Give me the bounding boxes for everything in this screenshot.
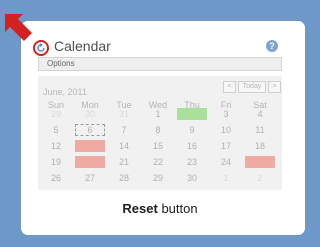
calendar-day[interactable]: 30 [177,172,207,184]
calendar-day[interactable]: 10 [211,124,241,136]
today-button[interactable]: Today [238,81,266,93]
help-icon[interactable]: ? [266,40,278,52]
calendar-day[interactable]: 12 [41,140,71,152]
calendar-day[interactable]: 8 [143,124,173,136]
calendar-day[interactable]: 23 [177,156,207,168]
calendar-day[interactable]: 27 [75,172,105,184]
caption-bold: Reset [122,201,158,216]
calendar-day[interactable]: 29 [41,108,71,120]
calendar-day[interactable]: 1 [143,108,173,120]
calendar-day[interactable]: 22 [143,156,173,168]
calendar-day[interactable]: 15 [143,140,173,152]
calendar-day[interactable]: 2 [177,108,207,120]
calendar-day[interactable]: 17 [211,140,241,152]
reset-icon [37,43,45,52]
calendar-day[interactable]: 13 [75,140,105,152]
calendar-day[interactable]: 9 [177,124,207,136]
calendar-day[interactable]: 31 [109,108,139,120]
options-bar[interactable]: Options [38,57,282,71]
calendar-day[interactable]: 4 [245,108,275,120]
calendar-day[interactable]: 30 [75,108,105,120]
reset-button[interactable] [33,40,49,56]
calendar-day[interactable]: 21 [109,156,139,168]
calendar-day[interactable]: 1 [211,172,241,184]
calendar-day[interactable]: 19 [41,156,71,168]
calendar-day[interactable]: 20 [75,156,105,168]
calendar-day[interactable]: 29 [143,172,173,184]
calendar-day[interactable]: 16 [177,140,207,152]
calendar-day[interactable]: 28 [109,172,139,184]
calendar-day[interactable]: 6 [75,124,105,136]
caption-rest: button [157,201,198,216]
caption: Reset button [0,201,320,216]
page-title: Calendar [54,38,111,54]
calendar-day[interactable]: 11 [245,124,275,136]
next-month-button[interactable]: > [268,81,281,93]
calendar-day[interactable]: 7 [109,124,139,136]
calendar-day[interactable]: 14 [109,140,139,152]
calendar-day[interactable]: 25 [245,156,275,168]
calendar-day[interactable]: 3 [211,108,241,120]
calendar-day[interactable]: 24 [211,156,241,168]
calendar-day[interactable]: 2 [245,172,275,184]
calendar-day[interactable]: 26 [41,172,71,184]
prev-month-button[interactable]: < [223,81,236,93]
calendar-panel: June, 2011 < Today > Sun Mon Tue Wed Thu Fri S… [38,76,282,190]
month-label: June, 2011 [43,87,87,97]
calendar-day[interactable]: 18 [245,140,275,152]
calendar-day[interactable]: 5 [41,124,71,136]
